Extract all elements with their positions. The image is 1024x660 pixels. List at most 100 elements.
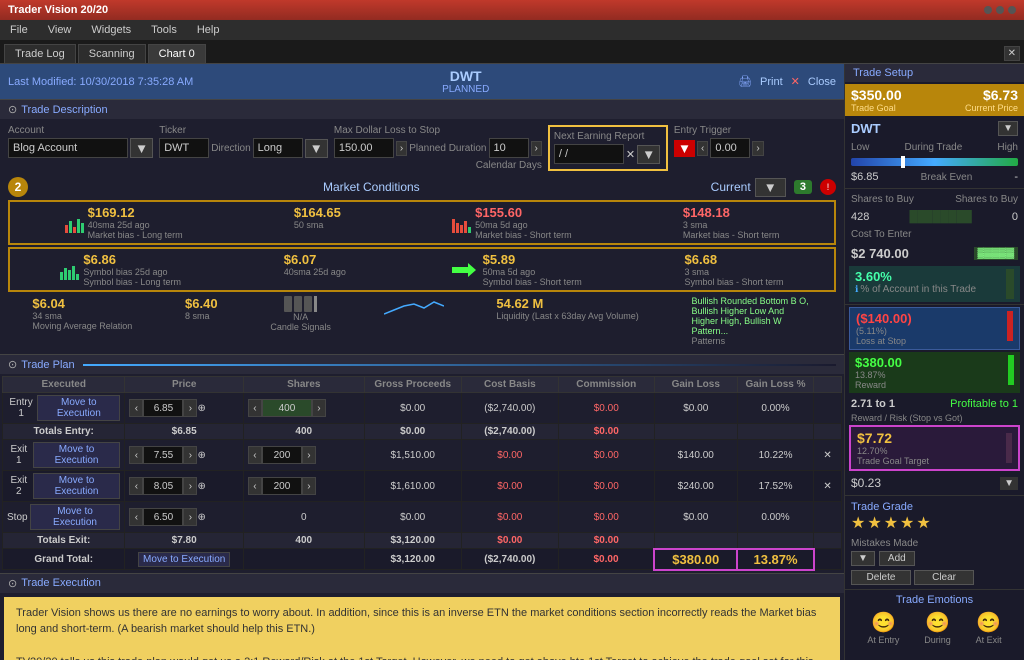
max-dollar-input[interactable] xyxy=(334,138,394,158)
mc-price-5-sub1: Symbol bias 25d ago xyxy=(83,267,181,277)
entry1-move-btn[interactable]: Move to Execution xyxy=(37,395,120,421)
next-earning-input[interactable] xyxy=(554,144,624,164)
stop-price-next[interactable]: › xyxy=(183,508,197,526)
menu-view[interactable]: View xyxy=(44,22,76,38)
emoji-at-entry[interactable]: 😊 xyxy=(867,610,899,635)
tab-close-button[interactable]: ✕ xyxy=(1004,46,1020,61)
menu-widgets[interactable]: Widgets xyxy=(87,22,135,38)
exit2-shares-next[interactable]: › xyxy=(302,477,316,495)
ticker-label: Ticker xyxy=(159,125,328,136)
exit1-shares-next[interactable]: › xyxy=(302,446,316,464)
mc-price-group-1: $169.12 40sma 25d ago Market bias - Long… xyxy=(88,205,183,240)
dot3[interactable] xyxy=(1008,6,1016,14)
exit2-shares-input[interactable] xyxy=(262,477,302,495)
totals-exit-cost: $0.00 xyxy=(461,533,558,549)
ts-dropdown-btn[interactable]: ▼ xyxy=(998,121,1018,136)
ts-bottom-dropdown[interactable]: ▼ xyxy=(1000,477,1018,490)
max-dollar-increment[interactable]: › xyxy=(396,141,407,156)
trade-exec-toggle[interactable]: ⊙ xyxy=(8,577,17,590)
account-input[interactable] xyxy=(8,138,128,158)
mc-item-5: $6.86 Symbol bias 25d ago Symbol bias - … xyxy=(60,252,181,287)
exit2-price-prev[interactable]: ‹ xyxy=(129,477,143,495)
entry1-price-prev[interactable]: ‹ xyxy=(129,399,143,417)
exit1-price-prev[interactable]: ‹ xyxy=(129,446,143,464)
entry1-price-spin: ‹ › ⊕ xyxy=(129,399,238,417)
ts-shares-right: 0 xyxy=(1012,211,1018,223)
exit1-actions: ✕ xyxy=(814,440,842,471)
menu-help[interactable]: Help xyxy=(193,22,224,38)
mc-pattern-label: Patterns xyxy=(692,336,812,346)
exit1-price-next[interactable]: › xyxy=(183,446,197,464)
symbol-center: DWT PLANNED xyxy=(442,68,489,95)
stop-label-cell: Stop Move to Execution xyxy=(3,502,125,533)
clear-mistake-button[interactable]: Clear xyxy=(914,570,974,585)
tab-chart[interactable]: Chart 0 xyxy=(148,44,206,63)
close-trade-button[interactable]: Close xyxy=(808,76,836,88)
exit1-move-btn[interactable]: Move to Execution xyxy=(33,442,121,468)
exit2-move-btn[interactable]: Move to Execution xyxy=(33,473,121,499)
entry1-price-input[interactable] xyxy=(143,399,183,417)
menu-tools[interactable]: Tools xyxy=(147,22,181,38)
th-gross: Gross Proceeds xyxy=(364,377,461,393)
entry1-shares-prev[interactable]: ‹ xyxy=(248,399,262,417)
trade-grade-stars[interactable]: ★★★★★ xyxy=(851,513,1018,533)
ts-cost-bar: ▓▓▓▓▓ xyxy=(974,247,1018,260)
ts-symbol-row: DWT ▼ xyxy=(845,118,1024,139)
emoji-during[interactable]: 😊 xyxy=(924,610,951,635)
th-actions xyxy=(814,377,842,393)
entry-trigger-next[interactable]: › xyxy=(752,141,763,156)
ts-ldh-labels: Low During Trade High xyxy=(845,139,1024,156)
print-button[interactable]: Print xyxy=(760,76,783,88)
entry-trigger-btn[interactable]: ▼ xyxy=(674,140,695,157)
exit1-shares-input[interactable] xyxy=(262,446,302,464)
table-row: Exit 2 Move to Execution ‹ › ⊕ xyxy=(3,471,842,502)
totals-entry-cost: ($2,740.00) xyxy=(461,424,558,440)
mc-price-7: $5.89 xyxy=(483,252,582,267)
entry1-price-next[interactable]: › xyxy=(183,399,197,417)
mc-chart-1 xyxy=(65,213,84,233)
mc-price-4-sub2: Market bias - Short term xyxy=(683,230,780,240)
ticker-input[interactable] xyxy=(159,138,209,158)
stop-move-btn[interactable]: Move to Execution xyxy=(30,504,121,530)
dot1[interactable] xyxy=(984,6,992,14)
exit2-price-input[interactable] xyxy=(143,477,183,495)
entry1-shares-input[interactable] xyxy=(262,399,312,417)
exit1-price-input[interactable] xyxy=(143,446,183,464)
tab-scanning[interactable]: Scanning xyxy=(78,44,146,63)
exit1-shares-prev[interactable]: ‹ xyxy=(248,446,262,464)
entry-trigger-prev[interactable]: ‹ xyxy=(697,141,708,156)
grand-total-move-btn[interactable]: Move to Execution xyxy=(138,552,230,567)
tab-trade-log[interactable]: Trade Log xyxy=(4,44,76,63)
stop-price-prev[interactable]: ‹ xyxy=(129,508,143,526)
direction-dropdown[interactable]: ▼ xyxy=(305,139,328,158)
menu-file[interactable]: File xyxy=(6,22,32,38)
emoji-at-exit[interactable]: 😊 xyxy=(976,610,1002,635)
trade-emotions-section: Trade Emotions 😊 At Entry 😊 During 😊 At … xyxy=(845,592,1024,651)
entry-trigger-value[interactable] xyxy=(710,138,750,158)
ts-cost-enter-row: Cost To Enter xyxy=(845,226,1024,243)
duration-increment[interactable]: › xyxy=(531,141,542,156)
delete-mistake-button[interactable]: Delete xyxy=(851,570,911,585)
divider-2 xyxy=(845,304,1024,305)
top-info-bar: Last Modified: 10/30/2018 7:35:28 AM DWT… xyxy=(0,64,844,99)
exit2-shares-prev[interactable]: ‹ xyxy=(248,477,262,495)
next-earning-dropdown[interactable]: ▼ xyxy=(637,145,660,164)
dot2[interactable] xyxy=(996,6,1004,14)
mc-dropdown[interactable]: ▼ xyxy=(755,178,786,197)
trade-grade-label: Trade Grade xyxy=(851,501,1018,513)
mistakes-dropdown[interactable]: ▼ xyxy=(851,551,875,566)
planned-duration-input[interactable] xyxy=(489,138,529,158)
add-mistake-button[interactable]: Add xyxy=(879,551,915,566)
entry1-shares-next[interactable]: › xyxy=(312,399,326,417)
ts-goal-bar xyxy=(1006,433,1012,463)
exit2-price-next[interactable]: › xyxy=(183,477,197,495)
trade-symbol: DWT xyxy=(442,68,489,84)
emoji-during-label: During xyxy=(924,635,951,645)
account-dropdown[interactable]: ▼ xyxy=(130,138,153,158)
trade-plan-toggle[interactable]: ⊙ xyxy=(8,358,17,371)
direction-input[interactable] xyxy=(253,138,303,158)
stop-price-input[interactable] xyxy=(143,508,183,526)
mc-price-7-sub1: 50ma 5d ago xyxy=(483,267,582,277)
trade-desc-toggle[interactable]: ⊙ xyxy=(8,103,17,116)
mc-price-5: $6.86 xyxy=(83,252,181,267)
